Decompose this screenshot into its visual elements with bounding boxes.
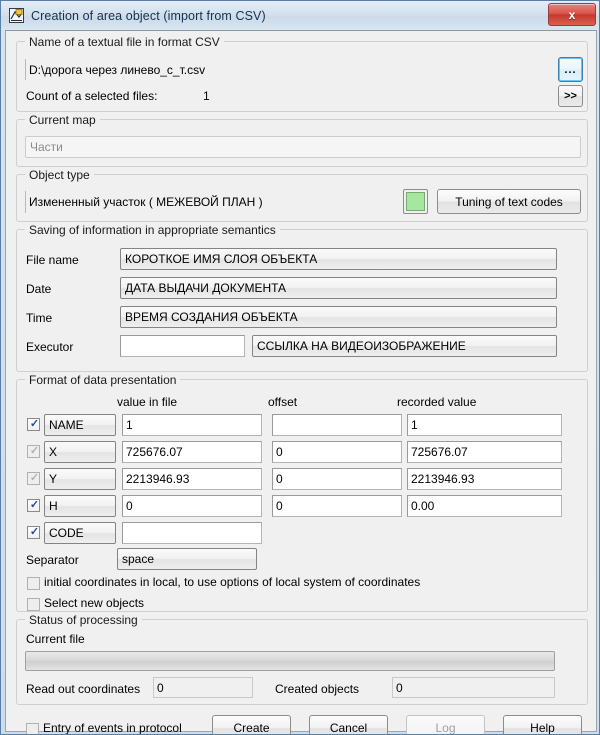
help-button[interactable]: Help [503,715,582,735]
log-button: Log [406,715,485,735]
format-row-checkbox-h[interactable]: ✓ [27,499,40,512]
semantics-legend: Saving of information in appropriate sem… [25,223,280,237]
cancel-button[interactable]: Cancel [309,715,388,735]
file-group-legend: Name of a textual file in format CSV [25,35,224,49]
close-button[interactable]: x [548,3,596,26]
date-select[interactable]: ДАТА ВЫДАЧИ ДОКУМЕНТА [120,277,557,299]
format-field-select-h[interactable]: H [44,495,116,517]
create-button[interactable]: Create [212,715,291,735]
created-objects-value: 0 [392,677,555,698]
select-new-objects-label: Select new objects [44,596,145,610]
format-group: Format of data presentation value in fil… [16,373,588,612]
format-value-in-file-code[interactable] [122,522,262,544]
local-coordinates-label: initial coordinates in local, to use opt… [44,575,421,589]
time-label: Time [26,311,53,325]
format-field-select-name[interactable]: NAME [44,414,116,436]
dialog-body: Name of a textual file in format CSV D:\… [5,30,597,735]
count-label: Count of a selected files: [26,89,158,103]
check-icon: ✓ [29,445,40,457]
status-legend: Status of processing [25,613,142,627]
format-offset-h[interactable]: 0 [272,495,402,517]
status-group: Status of processing Current file Read o… [16,613,588,705]
separator-select[interactable]: space [117,548,257,570]
column-header-value-in-file: value in file [117,395,178,409]
separator-label: Separator [26,553,79,567]
column-header-recorded-value: recorded value [397,395,477,409]
check-icon: ✓ [29,499,40,511]
format-value-in-file-h[interactable]: 0 [122,495,262,517]
current-map-select[interactable]: Части [25,136,581,158]
color-chip [406,192,425,211]
entry-of-events-checkbox[interactable] [26,723,39,734]
format-recorded-x[interactable]: 725676.07 [407,441,562,463]
browse-button[interactable]: ... [558,57,583,82]
format-value-in-file-name[interactable]: 1 [122,414,262,436]
window-title: Creation of area object (import from CSV… [31,8,266,23]
format-recorded-name[interactable]: 1 [407,414,562,436]
csv-path-input[interactable]: D:\дорога через линево_с_т.csv [25,59,552,80]
format-field-select-x[interactable]: X [44,441,116,463]
check-icon: ✓ [29,418,40,430]
entry-of-events-label: Entry of events in protocol [43,721,182,735]
format-offset-y[interactable]: 0 [272,468,402,490]
semantics-group: Saving of information in appropriate sem… [16,223,588,372]
format-recorded-y[interactable]: 2213946.93 [407,468,562,490]
count-value: 1 [203,89,210,103]
read-out-coordinates-value: 0 [153,677,253,698]
check-icon: ✓ [29,472,40,484]
time-select[interactable]: ВРЕМЯ СОЗДАНИЯ ОБЪЕКТА [120,306,557,328]
create-label: Create [233,721,270,735]
read-out-coordinates-label: Read out coordinates [26,682,141,696]
current-map-group: Current map Части [16,113,588,167]
title-bar: Creation of area object (import from CSV… [1,1,599,30]
file-name-select[interactable]: КОРОТКОЕ ИМЯ СЛОЯ ОБЪЕКТА [120,248,557,270]
format-recorded-h[interactable]: 0.00 [407,495,562,517]
help-label: Help [530,721,555,735]
executor-select[interactable]: ССЫЛКА НА ВИДЕОИЗОБРАЖЕНИЕ [252,335,557,357]
check-icon: ✓ [29,526,40,538]
format-field-select-y[interactable]: Y [44,468,116,490]
log-label: Log [435,721,456,735]
object-color-swatch[interactable] [403,189,428,214]
format-value-in-file-y[interactable]: 2213946.93 [122,468,262,490]
created-objects-label: Created objects [275,682,360,696]
object-type-value[interactable]: Измененный участок ( МЕЖЕВОЙ ПЛАН ) [25,191,392,213]
cancel-label: Cancel [329,721,368,735]
progress-bar [25,651,555,671]
format-offset-x[interactable]: 0 [272,441,402,463]
double-chevron-right-icon: >> [564,90,577,102]
date-label: Date [26,282,52,296]
select-new-objects-checkbox[interactable] [27,598,40,611]
tuning-text-codes-button[interactable]: Tuning of text codes [437,189,581,214]
format-row-checkbox-code[interactable]: ✓ [27,526,40,539]
object-type-legend: Object type [25,168,94,182]
expand-button[interactable]: >> [558,85,583,107]
file-group: Name of a textual file in format CSV D:\… [16,35,588,112]
local-coordinates-checkbox[interactable] [27,577,40,590]
tuning-text-codes-label: Tuning of text codes [455,194,563,209]
object-type-group: Object type Измененный участок ( МЕЖЕВОЙ… [16,168,588,222]
executor-label: Executor [26,340,74,354]
close-icon: x [568,7,576,22]
ellipsis-icon: ... [564,63,577,76]
column-header-offset: offset [268,395,298,409]
format-row-checkbox-y[interactable]: ✓ [27,472,40,485]
format-field-select-code[interactable]: CODE [44,522,116,544]
format-value-in-file-x[interactable]: 725676.07 [122,441,262,463]
format-legend: Format of data presentation [25,373,181,387]
current-file-label: Current file [26,632,85,646]
csv-import-icon [8,7,25,24]
executor-input[interactable] [120,335,245,357]
file-name-label: File name [26,253,79,267]
format-row-checkbox-name[interactable]: ✓ [27,418,40,431]
format-row-checkbox-x[interactable]: ✓ [27,445,40,458]
format-offset-name[interactable] [272,414,402,436]
dialog-window: Creation of area object (import from CSV… [0,0,600,735]
current-map-legend: Current map [25,113,100,127]
